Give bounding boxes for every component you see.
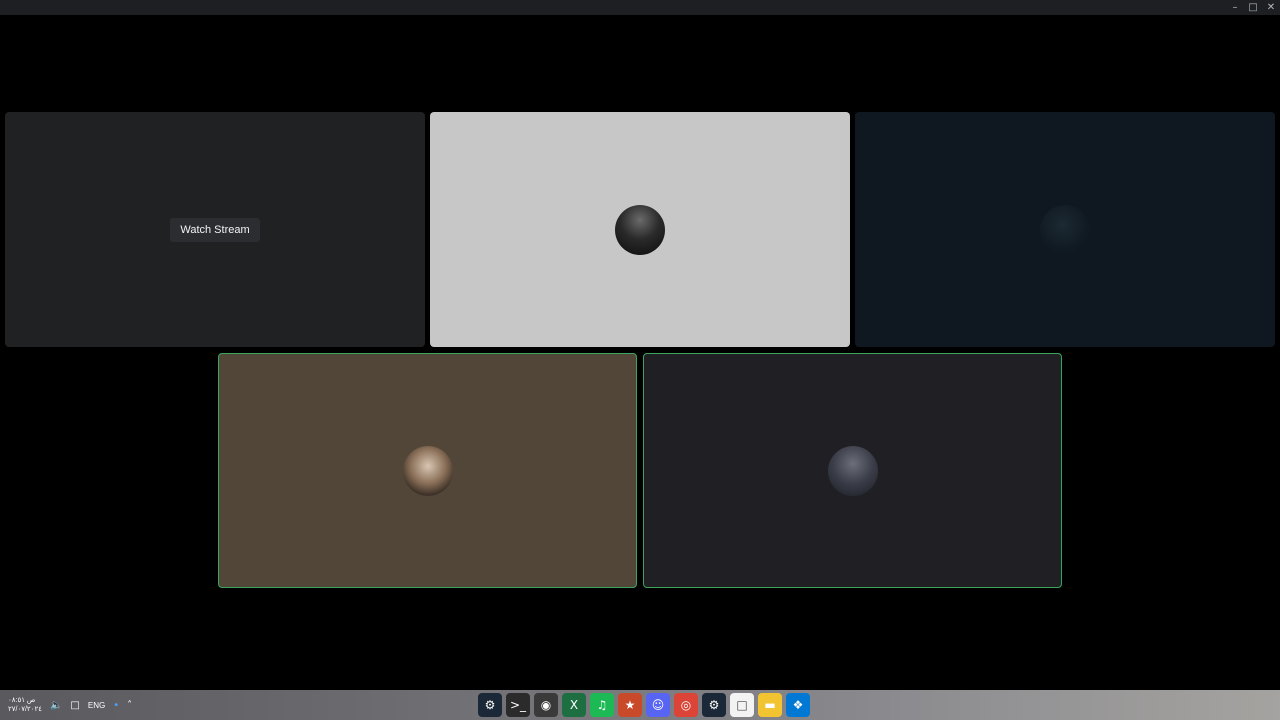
clock-date: ٢٧/٠٧/٢٠٢٤ (8, 706, 42, 713)
title-bar: – □ ✕ (0, 0, 1280, 15)
terminal-icon[interactable]: >_ (506, 693, 530, 717)
avatar (402, 445, 453, 496)
steam-icon-2[interactable]: ⚙ (702, 693, 726, 717)
clock[interactable]: ص ٠٨:٥١ ٢٧/٠٧/٢٠٢٤ (8, 696, 42, 714)
display-icon[interactable]: □ (70, 700, 79, 711)
microphone-icon[interactable]: • (113, 700, 119, 711)
participant-tile-speaking[interactable] (218, 353, 637, 588)
file-icon[interactable]: □ (730, 693, 754, 717)
participant-tile-speaking[interactable] (643, 353, 1062, 588)
window-controls: – □ ✕ (1226, 0, 1280, 15)
pinned-apps: ⚙ >_ ◉ X ♫ ★ ☺ ◎ ⚙ □ ▬ ❖ (478, 693, 810, 717)
clock-time: ص ٠٨:٥١ (8, 697, 36, 704)
participant-tile[interactable] (855, 112, 1275, 347)
chrome-icon[interactable]: ◎ (674, 693, 698, 717)
windows-icon[interactable]: ❖ (786, 693, 810, 717)
chevron-up-icon[interactable]: ˄ (127, 700, 132, 711)
spotify-icon[interactable]: ♫ (590, 693, 614, 717)
obs-icon[interactable]: ◉ (534, 693, 558, 717)
system-tray: ص ٠٨:٥١ ٢٧/٠٧/٢٠٢٤ 🔈 □ ENG • ˄ (8, 690, 132, 720)
maximize-button[interactable]: □ (1244, 0, 1262, 15)
watch-stream-button[interactable]: Watch Stream (170, 217, 260, 242)
stream-tile[interactable]: Watch Stream (5, 112, 425, 347)
discord-icon[interactable]: ☺ (646, 693, 670, 717)
folder-icon[interactable]: ▬ (758, 693, 782, 717)
avatar (827, 445, 878, 496)
minimize-button[interactable]: – (1226, 0, 1244, 15)
taskbar: ص ٠٨:٥١ ٢٧/٠٧/٢٠٢٤ 🔈 □ ENG • ˄ ⚙ >_ ◉ X ♫ ★ ☺ ◎… (0, 690, 1280, 720)
avatar (615, 204, 665, 255)
volume-icon[interactable]: 🔈 (50, 700, 62, 711)
voice-call-stage: Watch Stream (0, 15, 1280, 690)
app-icon[interactable]: ★ (618, 693, 642, 717)
avatar (1040, 204, 1090, 255)
language-indicator[interactable]: ENG (88, 701, 105, 710)
excel-icon[interactable]: X (562, 693, 586, 717)
participant-tile[interactable] (430, 112, 850, 347)
close-button[interactable]: ✕ (1262, 0, 1280, 15)
steam-icon[interactable]: ⚙ (478, 693, 502, 717)
